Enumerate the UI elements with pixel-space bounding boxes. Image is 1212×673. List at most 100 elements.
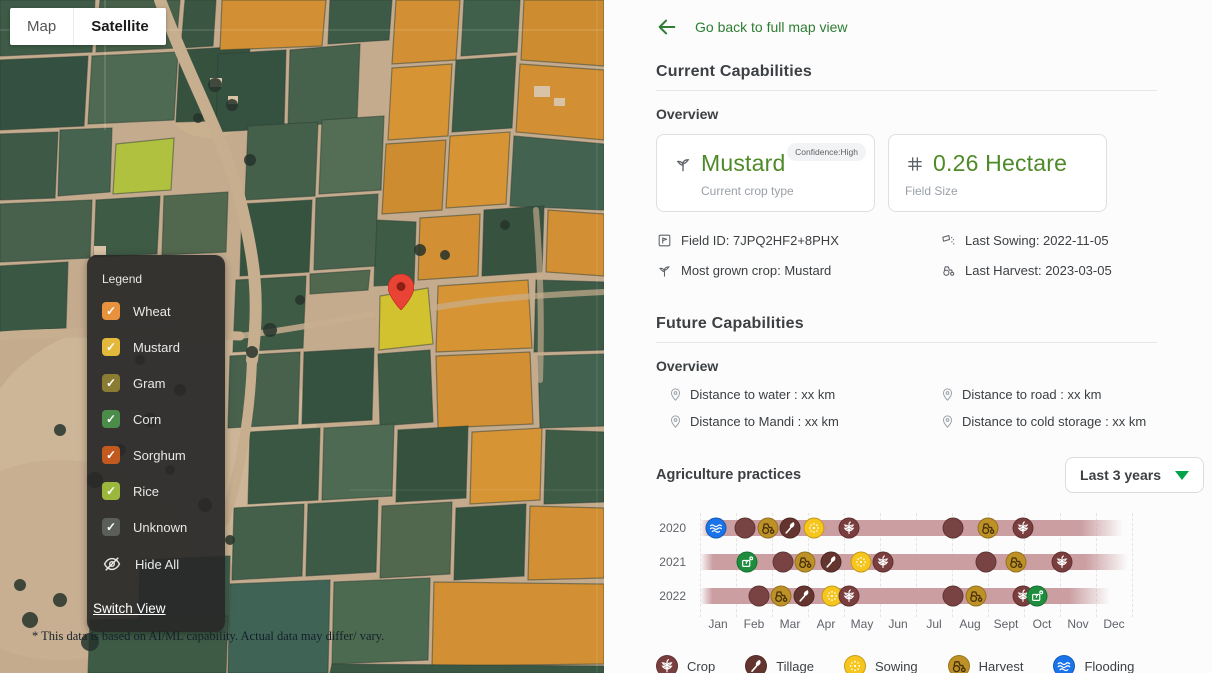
event-tillage[interactable] [821, 552, 842, 573]
event-harvest[interactable] [965, 586, 986, 607]
event-tillage[interactable] [793, 586, 814, 607]
overview-cards: Confidence:High Mustard Current crop typ… [656, 134, 1204, 212]
current-capabilities-title: Current Capabilities [656, 63, 1204, 81]
legend-label: Unknown [133, 520, 187, 535]
flooding-legend-icon [1053, 655, 1075, 673]
legend-item-mustard: ✓Mustard [102, 338, 225, 356]
year-range-label: Last 3 years [1080, 467, 1161, 483]
detail-text: Last Sowing: 2022-11-05 [965, 233, 1109, 248]
event-crop-plain[interactable] [734, 518, 755, 539]
map-disclaimer: * This data is based on AI/ML capability… [32, 629, 422, 644]
detail-text: Most grown crop: Mustard [681, 263, 831, 278]
month-label: Sept [988, 617, 1024, 641]
month-label: Feb [736, 617, 772, 641]
month-label: Jun [880, 617, 916, 641]
event-harvest[interactable] [794, 552, 815, 573]
month-axis: JanFebMarAprMayJunJulAugSeptOctNovDec [700, 617, 1132, 641]
legend-checkbox-corn[interactable]: ✓ [102, 410, 120, 428]
timeline-row-2022 [700, 579, 1132, 613]
eye-off-icon [102, 554, 122, 574]
month-label: Jul [916, 617, 952, 641]
future-capabilities-title: Future Capabilities [656, 315, 1204, 333]
event-harvest[interactable] [771, 586, 792, 607]
year-range-dropdown[interactable]: Last 3 years [1065, 457, 1204, 493]
practices-header: Agriculture practices Last 3 years [656, 457, 1204, 493]
gridline [1132, 513, 1133, 617]
practices-timeline: 202020212022 JanFebMarAprMayJunJulAugSep… [656, 511, 1132, 641]
legend-checkbox-rice[interactable]: ✓ [102, 482, 120, 500]
switch-view-link[interactable]: Switch View [93, 601, 166, 616]
tillage-legend-icon [745, 655, 767, 673]
event-crop-plain[interactable] [943, 586, 964, 607]
distance-text: Distance to Mandi : xx km [690, 414, 839, 429]
field-size-value: 0.26 Hectare [933, 150, 1067, 177]
event-crop-plain[interactable] [943, 518, 964, 539]
distance-item: Distance to cold storage : xx km [940, 414, 1204, 429]
map-marker-pin [388, 274, 414, 310]
practice-legend-label: Crop [687, 659, 715, 673]
detail-item: Last Harvest: 2023-03-05 [940, 262, 1204, 279]
detail-item: Field ID: 7JPQ2HF2+8PHX [656, 232, 940, 249]
event-crop[interactable] [1052, 552, 1073, 573]
location-pin-icon [940, 414, 955, 429]
event-harvest[interactable] [758, 518, 779, 539]
harvest-legend-icon [948, 655, 970, 673]
tab-satellite[interactable]: Satellite [73, 8, 166, 45]
practices-legend: CropTillageSowingHarvestFlooding [656, 655, 1204, 673]
location-pin-icon [668, 414, 683, 429]
back-arrow-icon[interactable] [656, 16, 678, 38]
event-crop[interactable] [873, 552, 894, 573]
month-label: May [844, 617, 880, 641]
distance-text: Distance to cold storage : xx km [962, 414, 1146, 429]
practice-legend-item-crop: Crop [656, 655, 715, 673]
hide-all-label: Hide All [135, 557, 179, 572]
timeline-row-2021 [700, 545, 1132, 579]
year-label: 2020 [656, 511, 700, 545]
event-harvest[interactable] [1006, 552, 1027, 573]
confidence-badge: Confidence:High [787, 143, 866, 161]
distance-text: Distance to road : xx km [962, 387, 1101, 402]
year-label: 2022 [656, 579, 700, 613]
month-label: Jan [700, 617, 736, 641]
detail-text: Last Harvest: 2023-03-05 [965, 263, 1112, 278]
field-size-card: 0.26 Hectare Field Size [888, 134, 1107, 212]
event-field[interactable] [736, 552, 757, 573]
event-tillage[interactable] [780, 518, 801, 539]
back-to-map-link[interactable]: Go back to full map view [695, 19, 848, 35]
legend-checkbox-sorghum[interactable]: ✓ [102, 446, 120, 464]
event-crop-plain[interactable] [772, 552, 793, 573]
event-sowing[interactable] [850, 552, 871, 573]
crop-type-caption: Current crop type [701, 184, 862, 198]
month-label: Oct [1024, 617, 1060, 641]
legend-checkbox-gram[interactable]: ✓ [102, 374, 120, 392]
tab-map[interactable]: Map [10, 8, 73, 45]
legend-item-sorghum: ✓Sorghum [102, 446, 225, 464]
event-crop[interactable] [839, 586, 860, 607]
location-pin-icon [940, 387, 955, 402]
legend-title: Legend [102, 272, 225, 286]
legend-checkbox-unknown[interactable]: ✓ [102, 518, 120, 536]
event-field[interactable] [1026, 586, 1047, 607]
legend-item-corn: ✓Corn [102, 410, 225, 428]
sowing-legend-icon [844, 655, 866, 673]
event-sowing[interactable] [804, 518, 825, 539]
event-crop-plain[interactable] [975, 552, 996, 573]
practice-legend-item-flooding: Flooding [1053, 655, 1134, 673]
map-legend-panel: Legend ✓Wheat✓Mustard✓Gram✓Corn✓Sorghum✓… [87, 255, 225, 632]
crop-type-value: Mustard [701, 150, 785, 177]
event-crop-plain[interactable] [748, 586, 769, 607]
event-flooding[interactable] [706, 518, 727, 539]
hide-all-button[interactable]: Hide All [102, 554, 225, 574]
timeline-year-labels: 202020212022 [656, 511, 700, 641]
legend-checkbox-mustard[interactable]: ✓ [102, 338, 120, 356]
distance-item: Distance to road : xx km [940, 387, 1204, 402]
event-harvest[interactable] [977, 518, 998, 539]
satellite-map[interactable]: Map Satellite Legend ✓Wheat✓Mustard✓Gram… [0, 0, 604, 673]
map-type-control: Map Satellite [10, 8, 166, 45]
event-crop[interactable] [1013, 518, 1034, 539]
event-crop[interactable] [839, 518, 860, 539]
month-label: Apr [808, 617, 844, 641]
crop-type-card: Confidence:High Mustard Current crop typ… [656, 134, 875, 212]
legend-checkbox-wheat[interactable]: ✓ [102, 302, 120, 320]
field-size-caption: Field Size [905, 184, 1094, 198]
